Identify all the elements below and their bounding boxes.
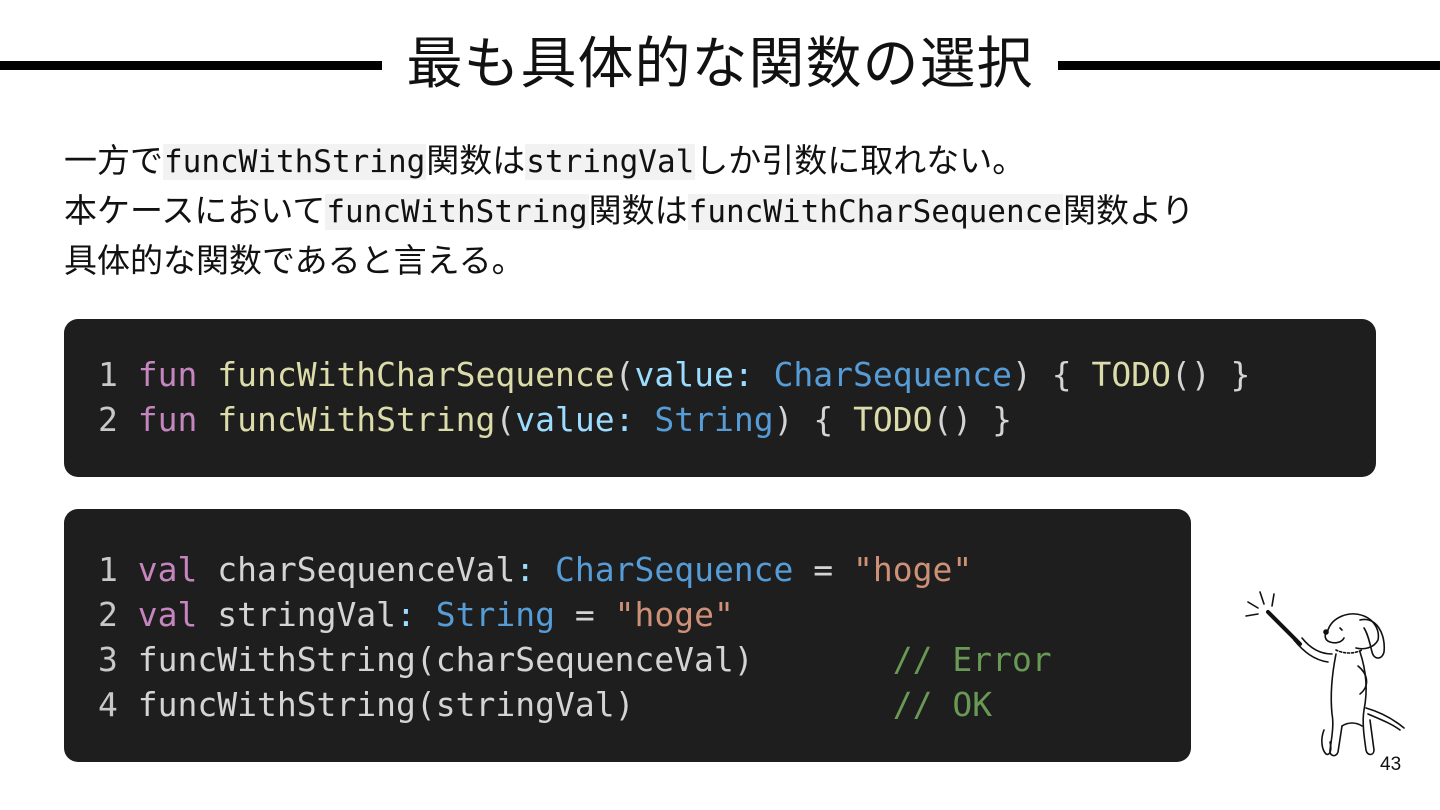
dog-with-wand-illustration <box>1245 591 1405 757</box>
title-rule-right <box>1058 61 1440 70</box>
todo-call: TODO <box>1091 355 1171 394</box>
sparkle-line <box>1271 593 1275 607</box>
body-text-span: 具体的な関数であると言える。 <box>64 241 525 280</box>
string-literal: "hoge" <box>853 550 973 589</box>
line-number: 2 <box>98 595 118 634</box>
code-line: 3 funcWithString(charSequenceVal) // Err… <box>98 637 1191 682</box>
code-line: 2 val stringVal: String = "hoge" <box>98 592 1191 637</box>
body-line-2: 本ケースにおいてfuncWithString関数はfuncWithCharSeq… <box>64 186 1384 236</box>
line-number: 4 <box>98 685 118 724</box>
line-number: 1 <box>98 550 118 589</box>
inline-code: stringVal <box>525 144 696 180</box>
code-block-calls: 1 val charSequenceVal: CharSequence = "h… <box>64 509 1191 762</box>
punctuation: ( <box>495 400 516 439</box>
function-call: funcWithString(charSequenceVal) <box>137 640 754 679</box>
type-name: CharSequence <box>555 550 794 589</box>
body-text-span: 関数より <box>1062 191 1195 230</box>
function-call: funcWithString(stringVal) <box>137 685 635 724</box>
operator: = <box>793 550 854 589</box>
code-line: 2 fun funcWithString(value: String) { TO… <box>98 397 1376 442</box>
todo-call: TODO <box>853 400 933 439</box>
line-number: 2 <box>98 400 118 439</box>
body-text-span: 関数は <box>588 191 688 230</box>
slide-title: 最も具体的な関数の選択 <box>406 32 1034 97</box>
punctuation: ) { <box>773 400 854 439</box>
sparkle-line <box>1245 613 1259 617</box>
sparkle-line <box>1259 591 1265 605</box>
body-text: 一方でfuncWithString関数はstringValしか引数に取れない。 … <box>64 136 1384 286</box>
code-comment: // OK <box>892 685 993 724</box>
punctuation: () } <box>932 400 1013 439</box>
keyword: fun <box>137 400 198 439</box>
code-block-declarations: 1 fun funcWithCharSequence(value: CharSe… <box>64 319 1376 477</box>
punctuation: ( <box>614 355 635 394</box>
variable-name: stringVal <box>217 595 397 634</box>
punctuation: () } <box>1170 355 1251 394</box>
string-literal: "hoge" <box>614 595 734 634</box>
function-name: funcWithString <box>217 400 496 439</box>
punctuation: ) { <box>1011 355 1092 394</box>
code-line: 1 val charSequenceVal: CharSequence = "h… <box>98 547 1191 592</box>
type-name: String <box>654 400 774 439</box>
body-line-1: 一方でfuncWithString関数はstringValしか引数に取れない。 <box>64 136 1384 186</box>
title-rule-left <box>0 61 382 70</box>
body-text-span: 本ケースにおいて <box>64 191 326 230</box>
punctuation: : <box>614 400 635 439</box>
parameter: value <box>634 355 734 394</box>
body-text-span: 一方で <box>64 141 163 180</box>
code-line: 1 fun funcWithCharSequence(value: CharSe… <box>98 352 1376 397</box>
code-comment: // Error <box>892 640 1052 679</box>
inline-code: funcWithString <box>163 144 427 180</box>
punctuation: : <box>396 595 416 634</box>
punctuation: : <box>515 550 536 589</box>
inline-code: funcWithCharSequence <box>687 194 1063 230</box>
body-text-span: 関数は <box>426 141 526 180</box>
function-name: funcWithCharSequence <box>217 355 615 394</box>
keyword: fun <box>137 355 198 394</box>
inline-code: funcWithString <box>325 194 589 230</box>
line-number: 3 <box>98 640 118 679</box>
operator: = <box>555 595 615 634</box>
parameter: value <box>515 400 615 439</box>
keyword: val <box>137 595 198 634</box>
variable-name: charSequenceVal <box>217 550 516 589</box>
body-text-span: しか引数に取れない。 <box>695 141 1026 180</box>
body-line-3: 具体的な関数であると言える。 <box>64 236 1384 286</box>
punctuation: : <box>733 355 754 394</box>
keyword: val <box>137 550 198 589</box>
sparkle-line <box>1247 601 1259 609</box>
page-number: 43 <box>1380 754 1402 775</box>
code-line: 4 funcWithString(stringVal) // OK <box>98 682 1191 727</box>
type-name: String <box>435 595 556 634</box>
line-number: 1 <box>98 355 118 394</box>
type-name: CharSequence <box>773 355 1012 394</box>
